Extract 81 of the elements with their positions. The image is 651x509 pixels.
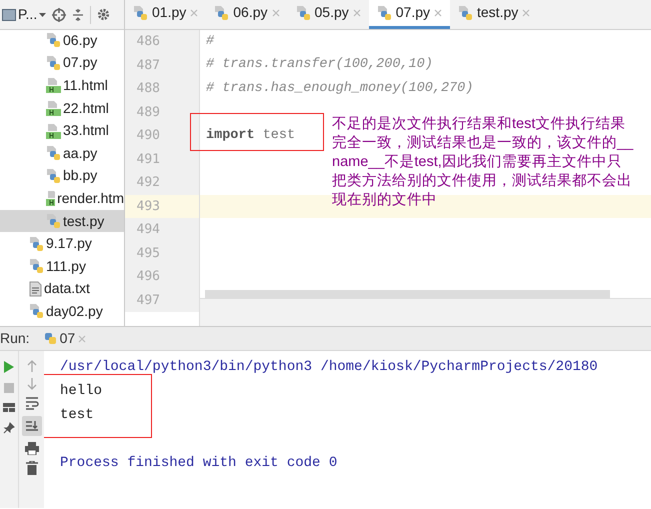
file-tree-item[interactable]: data.txt bbox=[0, 278, 124, 300]
python-file-icon bbox=[46, 32, 61, 48]
layout-icon[interactable] bbox=[3, 403, 15, 412]
code-comment: # trans.transfer(100,200,10) bbox=[206, 57, 433, 72]
file-tree-item[interactable]: day02.py bbox=[0, 300, 124, 323]
close-icon[interactable] bbox=[434, 8, 442, 16]
html-file-icon bbox=[46, 100, 61, 116]
scroll-to-end-button[interactable] bbox=[22, 416, 42, 436]
line-number: 492 bbox=[136, 174, 160, 192]
file-tree-item[interactable]: test.py bbox=[0, 210, 124, 232]
close-icon[interactable] bbox=[78, 334, 86, 342]
code-comment: # trans.has_enough_money(100,270) bbox=[206, 80, 474, 96]
close-icon[interactable] bbox=[190, 8, 198, 16]
python-file-icon bbox=[458, 4, 473, 20]
code-comment: # bbox=[206, 34, 214, 49]
python-file-icon bbox=[46, 168, 61, 184]
html-file-icon bbox=[46, 122, 61, 139]
file-tree-item[interactable]: 111.py bbox=[0, 254, 124, 278]
line-number: 494 bbox=[136, 221, 160, 239]
file-tree-item[interactable]: bb.py bbox=[0, 164, 124, 188]
editor-tab[interactable]: 05.py bbox=[288, 0, 369, 29]
file-tree-item[interactable]: 07.py bbox=[0, 52, 124, 74]
caret-icon bbox=[39, 12, 46, 16]
file-tree-item[interactable]: render.htm bbox=[0, 187, 124, 210]
console-output: test bbox=[60, 406, 94, 424]
console-message: /usr/local/python3/bin/python3 /home/kiosk/PycharmProjects/20180 bbox=[60, 358, 598, 376]
editor-tab[interactable]: test.py bbox=[450, 0, 538, 29]
collapse-icon[interactable] bbox=[72, 8, 84, 22]
line-number: 496 bbox=[136, 268, 160, 286]
crosshair-icon[interactable] bbox=[52, 8, 66, 22]
line-number: 493 bbox=[136, 198, 160, 216]
file-tree-item[interactable]: aa.py bbox=[0, 142, 124, 165]
line-number: 486 bbox=[136, 33, 160, 51]
close-icon[interactable] bbox=[352, 8, 361, 16]
line-number: 489 bbox=[136, 104, 160, 122]
pin-icon[interactable] bbox=[3, 422, 15, 434]
close-icon[interactable] bbox=[522, 8, 530, 16]
python-file-icon bbox=[46, 54, 61, 71]
python-file-icon bbox=[29, 236, 44, 252]
file-tree-item[interactable]: 22.html bbox=[0, 96, 124, 120]
console-message: Process finished with exit code 0 bbox=[60, 454, 338, 472]
soft-wrap-icon[interactable] bbox=[24, 396, 38, 410]
python-file-icon bbox=[376, 4, 392, 20]
python-file-icon bbox=[29, 258, 44, 274]
down-arrow-icon[interactable] bbox=[26, 378, 36, 390]
scroll-to-end-icon bbox=[24, 420, 38, 432]
python-file-icon bbox=[46, 145, 61, 162]
html-file-icon bbox=[46, 190, 56, 206]
line-number: 491 bbox=[136, 150, 160, 168]
close-icon[interactable] bbox=[272, 8, 280, 16]
file-tree-item[interactable]: 9.17.py bbox=[0, 232, 124, 255]
editor-tab[interactable]: 07.py bbox=[368, 0, 450, 29]
python-file-icon bbox=[133, 4, 148, 20]
line-number: 495 bbox=[136, 244, 160, 262]
up-arrow-icon[interactable] bbox=[26, 360, 36, 372]
python-file-icon bbox=[296, 4, 310, 20]
line-number: 497 bbox=[136, 292, 160, 310]
file-tree-item[interactable]: 33.html bbox=[0, 119, 124, 142]
python-icon bbox=[44, 332, 57, 345]
file-tree-item[interactable]: 06.py bbox=[0, 29, 124, 52]
console-output: hello bbox=[60, 382, 102, 400]
text-file-icon bbox=[29, 280, 42, 297]
html-file-icon bbox=[46, 77, 61, 94]
python-file-icon bbox=[29, 303, 44, 320]
print-icon[interactable] bbox=[24, 442, 38, 455]
trash-icon[interactable] bbox=[26, 461, 38, 475]
run-label: Run: bbox=[0, 329, 30, 348]
editor-tab[interactable]: 06.py bbox=[206, 0, 288, 29]
editor-tab[interactable]: 01.py bbox=[125, 0, 206, 29]
code-line: import test bbox=[206, 128, 296, 143]
line-number: 487 bbox=[136, 56, 160, 74]
python-file-icon bbox=[46, 213, 61, 230]
file-tree-item[interactable]: 11.html bbox=[0, 74, 124, 97]
line-number: 490 bbox=[136, 127, 160, 145]
line-number: 488 bbox=[136, 80, 160, 98]
run-tab[interactable]: 07 bbox=[44, 328, 86, 349]
window-icon bbox=[2, 8, 16, 20]
run-icon[interactable] bbox=[4, 361, 14, 373]
annotation-text: 不足的是次文件执行结果和test文件执行结果完全一致，测试结果也是一致的，该文件的__name__不是test,因此我们需要再主文件中只把类方法给别的文件使用，测试结果都不会出现在别的文件中 bbox=[332, 115, 634, 210]
python-file-icon bbox=[214, 4, 230, 20]
settings-icon[interactable] bbox=[97, 8, 110, 21]
